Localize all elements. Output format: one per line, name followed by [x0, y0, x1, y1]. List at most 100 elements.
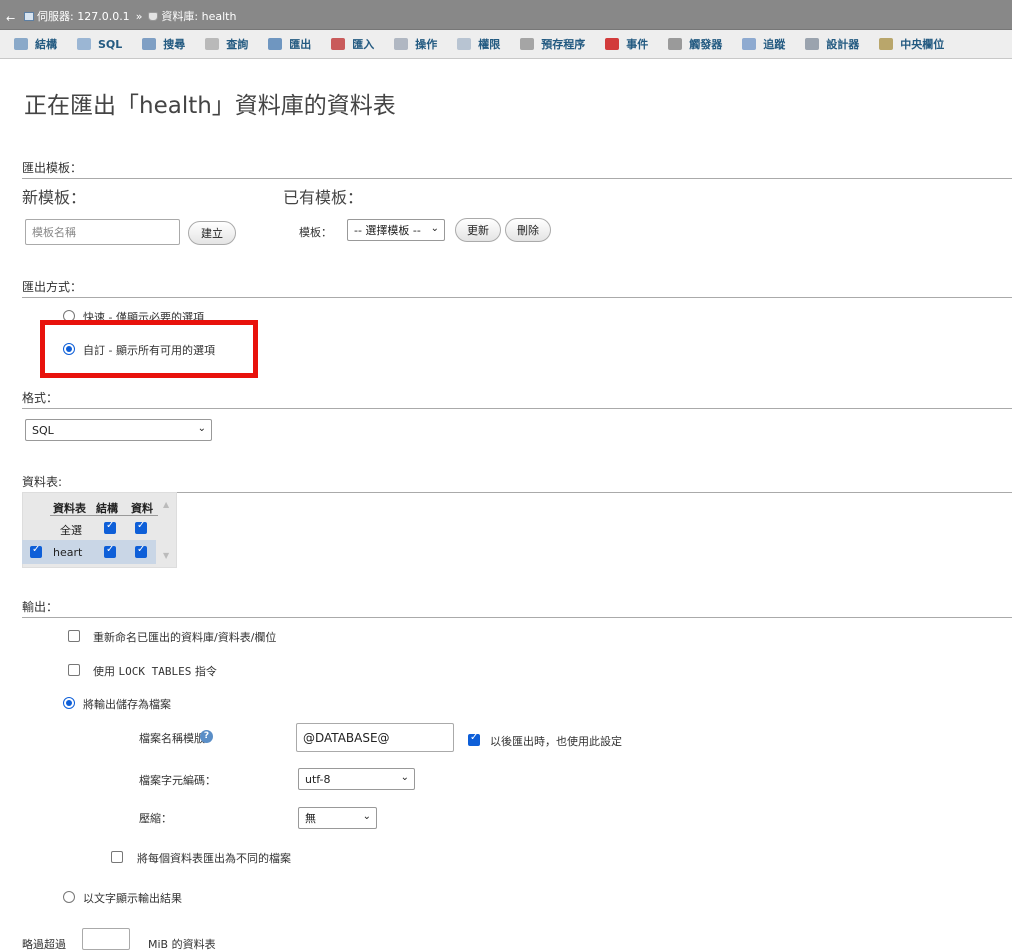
- table-heart-name: heart: [53, 546, 83, 559]
- remember-template-checkbox[interactable]: [468, 732, 480, 746]
- remember-template-label[interactable]: 以後匯出時，也使用此設定: [490, 733, 622, 749]
- tab-tracking[interactable]: 追蹤: [742, 36, 785, 52]
- rename-label[interactable]: 重新命名已匯出的資料庫/資料表/欄位: [93, 629, 276, 645]
- chevron-down-icon: ⌄: [362, 811, 371, 822]
- triggers-icon: [668, 38, 683, 50]
- export-icon: [268, 38, 283, 50]
- lock-tables-checkbox[interactable]: [68, 664, 80, 676]
- help-icon[interactable]: ?: [200, 730, 213, 743]
- tab-query[interactable]: 查詢: [205, 36, 248, 52]
- template-select[interactable]: -- 選擇模板 -- ⌄: [347, 219, 445, 241]
- output-section-heading: 輸出：: [22, 598, 1012, 618]
- charset-label: 檔案字元編碼：: [139, 774, 216, 787]
- eye-icon: [742, 38, 757, 50]
- tab-label: 追蹤: [763, 38, 786, 51]
- tab-label: 搜尋: [163, 38, 186, 51]
- tab-label: 中央欄位: [900, 38, 945, 51]
- format-select[interactable]: SQL ⌄: [25, 419, 212, 441]
- update-template-button[interactable]: 更新: [455, 218, 501, 242]
- lock-code: LOCK TABLES: [118, 665, 192, 678]
- server-icon: [24, 11, 34, 21]
- create-template-button[interactable]: 建立: [188, 221, 236, 245]
- lock-suffix: 指令: [194, 665, 217, 678]
- template-label: 模板：: [299, 226, 332, 239]
- scroll-up-icon[interactable]: ▲: [163, 500, 169, 509]
- chevron-down-icon: ⌄: [197, 423, 206, 434]
- designer-icon: [805, 38, 820, 50]
- skip-size-input[interactable]: [82, 928, 130, 950]
- template-name-input[interactable]: [25, 219, 180, 245]
- compression-select-value: 無: [305, 812, 316, 825]
- col-data-header: 資料: [131, 502, 153, 515]
- tab-label: SQL: [98, 37, 123, 51]
- tab-central-columns[interactable]: 中央欄位: [879, 36, 944, 52]
- rename-checkbox[interactable]: [68, 630, 80, 642]
- tab-label: 結構: [35, 38, 57, 51]
- tab-sql[interactable]: SQL: [77, 38, 122, 51]
- templates-section-heading: 匯出模板：: [22, 159, 1012, 179]
- tab-search[interactable]: 搜尋: [142, 36, 185, 52]
- table-heart-structure-checkbox[interactable]: [104, 544, 116, 558]
- nav-tabs: 結構 SQL 搜尋 查詢 匯出 匯入 操作 權限 預存程序 事件 觸發器 追蹤 設計器 中央欄位: [0, 30, 1012, 59]
- select-all-structure-checkbox[interactable]: [104, 520, 116, 534]
- collapse-arrow-icon[interactable]: ←: [6, 13, 16, 24]
- separate-files-label[interactable]: 將每個資料表匯出為不同的檔案: [137, 850, 291, 866]
- select-all-data-checkbox[interactable]: [135, 520, 147, 534]
- delete-template-button[interactable]: 刪除: [505, 218, 551, 242]
- import-icon: [331, 38, 346, 50]
- format-section-heading: 格式：: [22, 389, 1012, 409]
- save-file-label[interactable]: 將輸出儲存為檔案: [83, 696, 171, 712]
- breadcrumb-bar: ← 伺服器: 127.0.0.1 » 資料庫: health: [0, 0, 1012, 30]
- tables-section-heading: 資料表:: [22, 473, 1012, 493]
- query-icon: [205, 38, 220, 50]
- tab-label: 事件: [626, 38, 649, 51]
- tab-label: 設計器: [826, 38, 860, 51]
- tab-structure[interactable]: 結構: [14, 36, 57, 52]
- template-select-value: -- 選擇模板 --: [354, 224, 421, 237]
- tab-label: 預存程序: [541, 38, 586, 51]
- tab-triggers[interactable]: 觸發器: [668, 36, 722, 52]
- header-divider: [50, 515, 158, 516]
- save-file-radio[interactable]: [63, 697, 75, 709]
- separate-files-checkbox[interactable]: [111, 851, 123, 863]
- tab-operations[interactable]: 操作: [394, 36, 437, 52]
- method-section-heading: 匯出方式：: [22, 278, 1012, 298]
- tab-label: 觸發器: [689, 38, 723, 51]
- tab-designer[interactable]: 設計器: [805, 36, 859, 52]
- filename-template-input[interactable]: [296, 723, 454, 752]
- lock-tables-label[interactable]: 使用 LOCK TABLES 指令: [93, 663, 217, 679]
- tab-privileges[interactable]: 權限: [457, 36, 500, 52]
- col-structure-header: 結構: [96, 502, 118, 515]
- tab-label: 查詢: [226, 38, 249, 51]
- format-select-value: SQL: [32, 423, 54, 437]
- chevron-down-icon: ⌄: [430, 223, 439, 234]
- tab-label: 匯出: [289, 38, 312, 51]
- tab-import[interactable]: 匯入: [331, 36, 374, 52]
- charset-select[interactable]: utf-8 ⌄: [298, 768, 415, 790]
- compression-label: 壓縮：: [139, 812, 172, 825]
- page-title: 正在匯出「health」資料庫的資料表: [24, 93, 396, 119]
- database-icon: [148, 11, 159, 21]
- tab-label: 匯入: [352, 38, 375, 51]
- scroll-down-icon[interactable]: ▼: [163, 551, 169, 560]
- breadcrumb-database[interactable]: 資料庫: health: [161, 8, 236, 24]
- central-columns-icon: [879, 38, 894, 50]
- breadcrumb: 伺服器: 127.0.0.1 » 資料庫: health: [24, 4, 236, 28]
- table-heart-select-checkbox[interactable]: [30, 544, 42, 558]
- text-output-label[interactable]: 以文字顯示輸出結果: [83, 890, 182, 906]
- text-output-radio[interactable]: [63, 891, 75, 903]
- chevron-down-icon: ⌄: [400, 772, 409, 783]
- structure-icon: [14, 38, 28, 50]
- charset-select-value: utf-8: [305, 772, 331, 786]
- select-all-label: 全選: [60, 524, 82, 537]
- privileges-icon: [457, 38, 472, 50]
- table-heart-data-checkbox[interactable]: [135, 544, 147, 558]
- new-template-heading: 新模板：: [22, 188, 87, 207]
- red-highlight-box: [40, 320, 258, 378]
- compression-select[interactable]: 無 ⌄: [298, 807, 377, 829]
- tab-routines[interactable]: 預存程序: [520, 36, 585, 52]
- breadcrumb-server[interactable]: 伺服器: 127.0.0.1: [37, 8, 130, 24]
- tab-export[interactable]: 匯出: [268, 36, 311, 52]
- tab-events[interactable]: 事件: [605, 36, 648, 52]
- tab-label: 權限: [478, 38, 501, 51]
